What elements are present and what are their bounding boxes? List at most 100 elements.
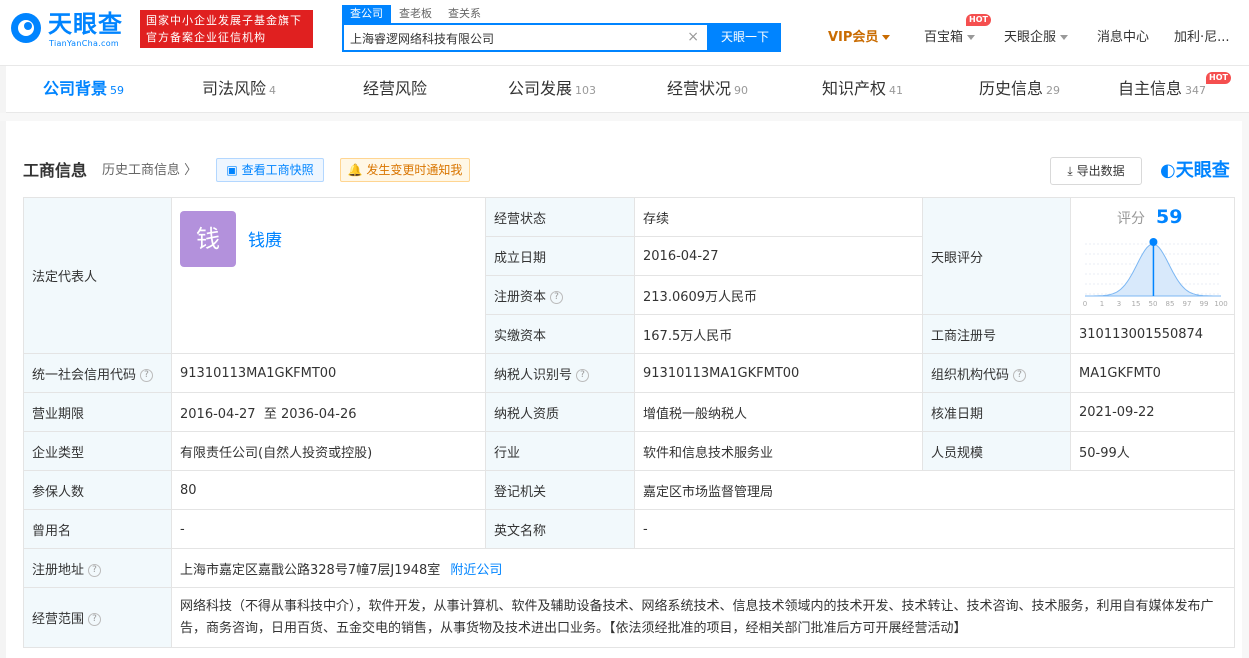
download-icon: ⤓ <box>1067 164 1073 178</box>
tab-label: 历史信息 <box>979 79 1044 98</box>
business-info-table: 法定代表人 钱 钱赓 经营状态 存续 天眼评分 评分 59 0 1 3 15 50 85 9… <box>23 197 1235 648</box>
hot-badge: HOT <box>966 14 991 26</box>
tab-judicial-risk[interactable]: 司法风险 4 <box>202 78 276 102</box>
reg-no-value: 310113001550874 <box>1070 314 1235 354</box>
scope-value: 网络科技（不得从事科技中介），软件开发，从事计算机、软件及辅助设备技术、网络系统… <box>171 587 1235 648</box>
left-gutter <box>0 66 6 658</box>
tab-company[interactable]: 查公司 <box>342 5 391 23</box>
address-value: 上海市嘉定区嘉戬公路328号7幢7层J1948室 <box>180 562 441 578</box>
nearby-companies-link[interactable]: 附近公司 <box>450 563 502 578</box>
tab-count: 29 <box>1046 84 1061 97</box>
tab-label: 经营状况 <box>667 79 732 98</box>
bell-icon: 🔔 <box>347 163 363 177</box>
legal-rep-label: 法定代表人 <box>23 197 172 354</box>
vip-label: VIP会员 <box>828 30 879 45</box>
authority-label: 登记机关 <box>485 470 635 510</box>
legal-rep-name-link[interactable]: 钱赓 <box>248 226 282 251</box>
help-icon[interactable]: ? <box>140 368 154 382</box>
right-gutter <box>1242 113 1249 658</box>
tab-label: 自主信息 <box>1118 79 1183 98</box>
search-box: × <box>342 23 709 52</box>
address-label-cell: 注册地址? <box>23 548 172 588</box>
tab-intellectual-property[interactable]: 知识产权 41 <box>822 78 903 102</box>
tab-relation[interactable]: 查关系 <box>440 5 489 23</box>
tab-operation-risk[interactable]: 经营风险 <box>363 78 427 100</box>
type-label: 企业类型 <box>23 431 172 471</box>
score-bell-curve: 0 1 3 15 50 85 97 99 100 <box>1083 238 1228 308</box>
paid-capital-value: 167.5万人民币 <box>634 314 923 354</box>
insured-label: 参保人数 <box>23 470 172 510</box>
treasure-label: 百宝箱 <box>924 30 964 45</box>
history-business-label: 历史工商信息 <box>102 163 181 178</box>
treasure-menu[interactable]: 百宝箱 <box>924 24 976 52</box>
tab-company-background[interactable]: 公司背景 59 <box>43 78 124 102</box>
eye-logo-icon <box>11 13 41 43</box>
fund-badge: 国家中小企业发展子基金旗下 官方备案企业征信机构 <box>140 10 313 48</box>
score-tick-label: 0 <box>1083 300 1087 308</box>
taxpayer-id-value: 91310113MA1GKFMT00 <box>634 353 923 393</box>
score-chart-cell[interactable]: 评分 59 0 1 3 15 50 85 97 99 100 <box>1070 197 1235 315</box>
tab-label: 知识产权 <box>822 79 887 98</box>
help-icon[interactable]: ? <box>88 563 102 577</box>
table-row: 营业期限 2016-04-27 至 2036-04-26 纳税人资质 增值税一般… <box>23 392 1235 432</box>
view-snapshot-button[interactable]: ▣ 查看工商快照 <box>216 158 324 182</box>
top-header: 天眼查 TianYanCha.com 国家中小企业发展子基金旗下 官方备案企业征… <box>0 0 1249 66</box>
search-input[interactable] <box>350 29 680 47</box>
section-title: 工商信息 <box>23 161 88 180</box>
tab-label: 经营风险 <box>363 79 428 98</box>
staff-label: 人员规模 <box>922 431 1071 471</box>
taxpayer-qual-label: 纳税人资质 <box>485 392 635 432</box>
status-value: 存续 <box>634 197 923 237</box>
table-row: 曾用名 - 英文名称 - <box>23 509 1235 549</box>
address-label: 注册地址 <box>32 562 85 578</box>
taxpayer-id-label: 纳税人识别号 <box>494 367 573 383</box>
enterprise-service-menu[interactable]: 天眼企服 <box>1004 24 1069 52</box>
tianyancha-logo[interactable]: 天眼查 TianYanCha.com <box>8 8 132 50</box>
chevron-down-icon <box>1060 35 1069 40</box>
tab-self-info[interactable]: 自主信息 347 <box>1118 78 1206 102</box>
type-value: 有限责任公司(自然人投资或控股) <box>171 431 486 471</box>
scope-label-cell: 经营范围? <box>23 587 172 648</box>
history-business-link[interactable]: 历史工商信息 〉 <box>102 162 197 180</box>
paid-capital-label: 实缴资本 <box>485 314 635 354</box>
help-icon[interactable]: ? <box>550 290 564 304</box>
vip-menu[interactable]: VIP会员 <box>828 24 891 52</box>
export-data-button[interactable]: ⤓ 导出数据 <box>1050 157 1142 185</box>
export-data-label: 导出数据 <box>1076 164 1125 178</box>
tab-history-info[interactable]: 历史信息 29 <box>979 78 1060 102</box>
score-tick-label: 100 <box>1214 300 1227 308</box>
org-code-label: 组织机构代码 <box>931 367 1010 383</box>
tab-label: 公司背景 <box>43 79 108 98</box>
user-menu[interactable]: 加利·尼... <box>1174 24 1244 52</box>
help-icon[interactable]: ? <box>88 613 102 626</box>
tab-operation-status[interactable]: 经营状况 90 <box>667 78 748 102</box>
help-icon[interactable]: ? <box>1013 368 1027 382</box>
score-tick-label: 85 <box>1166 300 1175 308</box>
fund-line-1: 国家中小企业发展子基金旗下 <box>146 14 302 27</box>
change-notify-button[interactable]: 🔔 发生变更时通知我 <box>340 158 470 182</box>
tab-company-development[interactable]: 公司发展 103 <box>508 78 596 102</box>
english-name-label: 英文名称 <box>485 509 635 549</box>
tab-count: 103 <box>575 84 597 97</box>
founded-value: 2016-04-27 <box>634 236 923 276</box>
message-center-link[interactable]: 消息中心 <box>1097 24 1149 52</box>
tab-boss[interactable]: 查老板 <box>391 5 440 23</box>
reg-capital-label-cell: 注册资本? <box>485 275 635 315</box>
score-marker-pin <box>1149 238 1158 246</box>
avatar[interactable]: 钱 <box>180 211 236 267</box>
score-tick-label: 1 <box>1100 300 1104 308</box>
watermark-text: 天眼查 <box>1175 160 1230 181</box>
score-label: 天眼评分 <box>922 197 1071 315</box>
help-icon[interactable]: ? <box>576 368 590 382</box>
divider <box>0 113 1249 121</box>
former-name-value: - <box>171 509 486 549</box>
taxpayer-qual-value: 增值税一般纳税人 <box>634 392 923 432</box>
legal-rep-cell: 钱 钱赓 <box>171 197 486 354</box>
score-tick-label: 15 <box>1132 300 1141 308</box>
search-button[interactable]: 天眼一下 <box>709 23 781 52</box>
eye-logo-icon: ◐ <box>1160 160 1176 181</box>
authority-value: 嘉定区市场监督管理局 <box>634 470 1235 510</box>
chevron-down-icon <box>967 35 976 40</box>
tab-label: 司法风险 <box>202 79 267 98</box>
clear-icon[interactable]: × <box>687 28 699 46</box>
